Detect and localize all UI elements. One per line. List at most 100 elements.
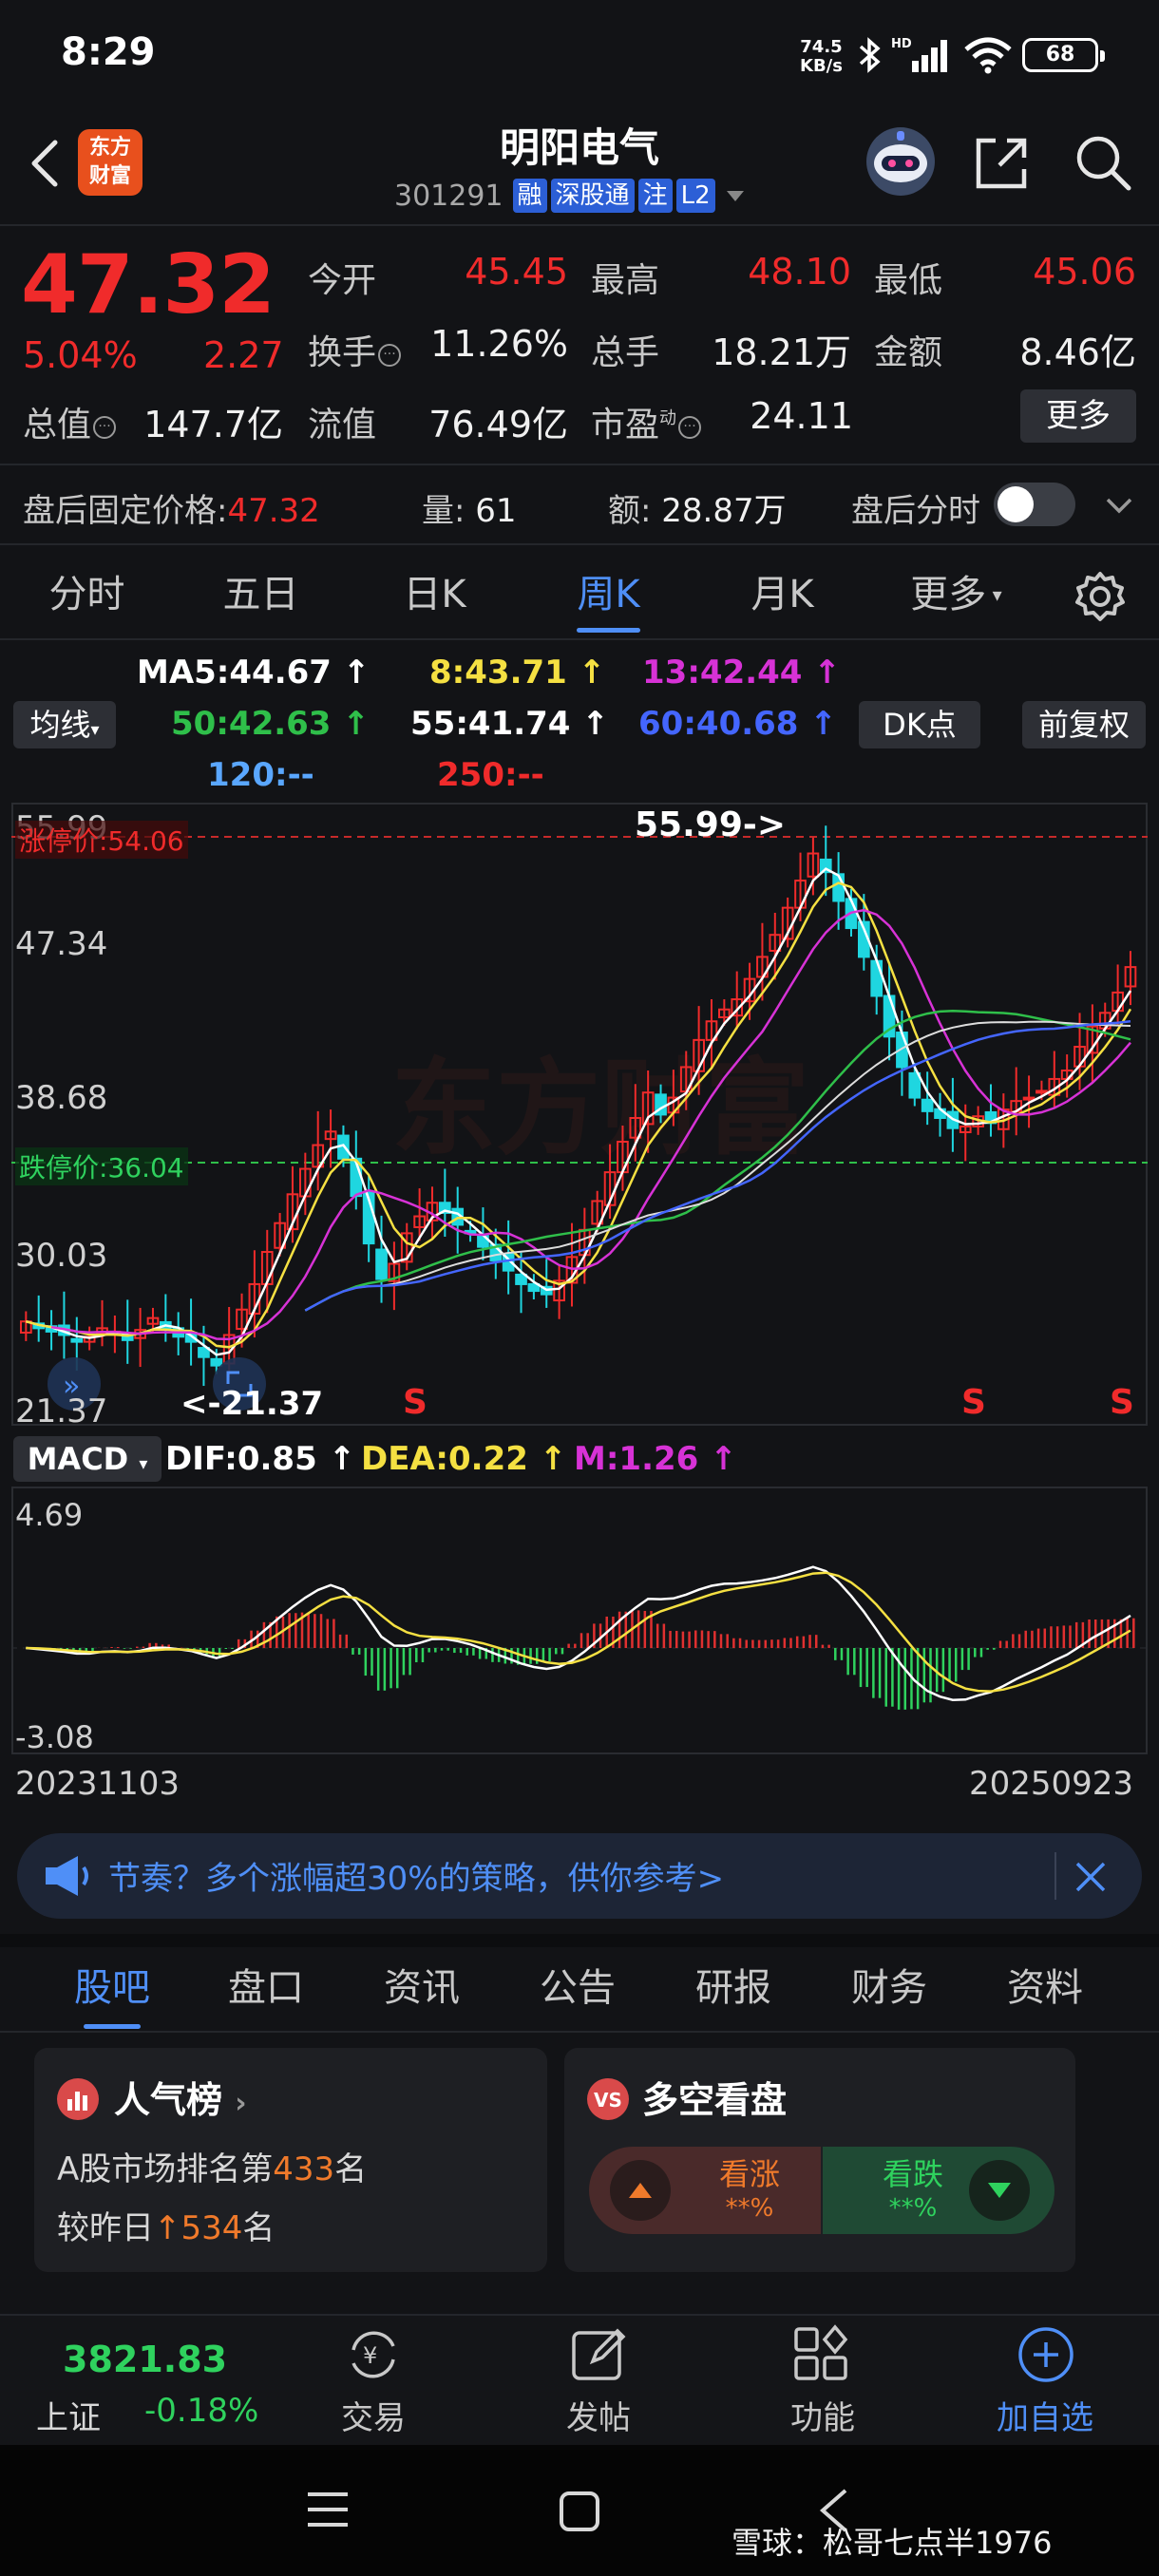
after-hours-amount: 额: 28.87万 <box>608 484 787 531</box>
open-label: 今开 <box>308 261 377 300</box>
battery-indicator: 68 <box>1022 38 1105 72</box>
tab-orderbook[interactable]: 盘口 <box>188 1947 344 2031</box>
tag-registered: 注 <box>637 179 673 213</box>
macd-select-button[interactable]: MACD ▾ <box>13 1436 162 1482</box>
apps-grid-icon[interactable] <box>790 2323 853 2386</box>
mktcap-value: 147.7亿 <box>143 404 283 445</box>
candle <box>1036 1089 1048 1094</box>
index-name[interactable]: 上证 <box>36 2392 101 2438</box>
ma8-label: 8:43.71 ↑ <box>429 653 606 691</box>
close-icon[interactable] <box>1074 1860 1108 1894</box>
tab-announcements[interactable]: 公告 <box>500 1947 656 2031</box>
add-watchlist-label[interactable]: 加自选 <box>969 2392 1121 2438</box>
signal-icon: HD <box>891 37 947 72</box>
banner-text[interactable]: 节奏？多个涨幅超30%的策略，供你参考> <box>108 1852 724 1899</box>
after-vol-value: 61 <box>475 492 517 530</box>
prev-prefix: 较昨日 <box>57 2209 154 2247</box>
ma60-text: 60:40.68 <box>638 705 799 743</box>
after-hours-volume: 量: 61 <box>422 484 517 531</box>
status-bar: 8:29 74.5 KB/s HD 68 <box>0 0 1159 112</box>
ma55-text: 55:41.74 <box>410 705 571 743</box>
tab-monthly[interactable]: 月K <box>695 553 869 638</box>
rank-value: 433 <box>273 2150 335 2188</box>
m-label: M:1.26 ↑ <box>574 1440 737 1478</box>
end-date: 20250923 <box>969 1765 1134 1803</box>
candlestick-chart[interactable]: 东方财富 » <box>11 803 1148 1426</box>
index-change: -0.18% <box>144 2392 259 2430</box>
more-button[interactable]: 更多 <box>1020 389 1136 443</box>
period-tabs: 分时 五日 日K 周K 月K 更多 ▾ <box>0 553 1159 640</box>
tab-daily[interactable]: 日K <box>348 553 522 638</box>
prev-rank-line: 较昨日↑534名 <box>57 2209 276 2247</box>
tab-more[interactable]: 更多 ▾ <box>869 553 1043 638</box>
y-tick-3: 38.68 <box>15 1079 108 1117</box>
change-percent: 5.04% <box>23 334 138 376</box>
clock: 8:29 <box>61 30 156 74</box>
tab-profile[interactable]: 资料 <box>967 1947 1123 2031</box>
pe-label[interactable]: 市盈动 ··· <box>591 397 702 446</box>
function-label[interactable]: 功能 <box>747 2392 899 2438</box>
tab-five-day[interactable]: 五日 <box>174 553 348 638</box>
macd-tick-top: 4.69 <box>15 1497 84 1533</box>
amount-label: 金额 <box>874 333 943 372</box>
sell-mark: S <box>961 1383 986 1422</box>
info-tabs: 股吧 盘口 资讯 公告 研报 财务 资料 <box>0 1947 1159 2033</box>
ma55-label: 55:41.74 ↑ <box>410 705 609 743</box>
adjust-price-button[interactable]: 前复权 <box>1022 701 1146 748</box>
after-amt-label: 额: <box>608 492 652 530</box>
chart-watermark: 东方财富 <box>391 1048 809 1169</box>
dif-text: DIF:0.85 <box>165 1440 317 1478</box>
tab-intraday[interactable]: 分时 <box>0 553 174 638</box>
candle <box>832 873 845 902</box>
tab-weekly[interactable]: 周K <box>522 553 695 638</box>
edit-post-icon[interactable] <box>568 2323 631 2386</box>
popularity-title[interactable]: 人气榜 › <box>114 2071 247 2123</box>
after-hours-toggle[interactable] <box>994 483 1075 526</box>
candle <box>70 1337 84 1343</box>
indicator-select-button[interactable]: 均线▾ <box>13 701 116 748</box>
dk-point-button[interactable]: DK点 <box>859 701 980 748</box>
bullish-pct: **% <box>725 2194 774 2223</box>
gear-icon[interactable] <box>1072 568 1129 625</box>
trade-icon[interactable]: ¥ <box>342 2323 405 2386</box>
dea-line <box>26 1571 1131 1693</box>
watermark-text: 雪球：松哥七点半1976 <box>732 2525 1053 2561</box>
macd-tick-bottom: -3.08 <box>15 1719 94 1755</box>
after-amt-value: 28.87万 <box>661 492 787 530</box>
dif-line <box>26 1565 1131 1701</box>
index-value[interactable]: 3821.83 <box>63 2339 227 2380</box>
stock-code-line[interactable]: 301291 融 深股通 注 L2 <box>394 177 744 215</box>
rank-line: A股市场排名第433名 <box>57 2143 367 2189</box>
bluetooth-icon <box>859 37 881 73</box>
volume-label: 总手 <box>591 333 660 372</box>
add-watchlist-icon[interactable] <box>1015 2323 1077 2386</box>
candle <box>908 1071 922 1099</box>
ma120-label: 120:-- <box>207 756 314 794</box>
trade-label[interactable]: 交易 <box>297 2392 449 2438</box>
y-tick-2: 47.34 <box>15 925 108 963</box>
avg-btn-label: 均线 <box>29 707 91 743</box>
tab-forum[interactable]: 股吧 <box>36 1947 188 2031</box>
search-icon[interactable] <box>1072 131 1134 194</box>
chevron-down-icon[interactable] <box>1104 490 1134 521</box>
turnover-label[interactable]: 换手 ··· <box>308 325 402 374</box>
current-price: 47.32 <box>21 237 276 332</box>
mktcap-label[interactable]: 总值 ··· <box>23 397 117 446</box>
post-label[interactable]: 发帖 <box>522 2392 674 2438</box>
low-label: 最低 <box>874 261 943 300</box>
tab-news[interactable]: 资讯 <box>344 1947 500 2031</box>
macd-chart[interactable] <box>11 1487 1148 1754</box>
after-price-label: 盘后固定价格: <box>23 492 228 530</box>
tag-margin: 融 <box>512 179 547 213</box>
arrow-down-icon <box>969 2160 1030 2221</box>
menu-icon[interactable] <box>306 2491 350 2529</box>
home-icon[interactable] <box>559 2491 600 2532</box>
section-gap <box>0 1934 1159 1947</box>
tab-research[interactable]: 研报 <box>656 1947 811 2031</box>
robot-assistant-icon[interactable] <box>863 123 939 199</box>
pe-label-text: 市盈 <box>591 406 660 445</box>
share-icon[interactable] <box>971 131 1034 194</box>
ma60-label: 60:40.68 ↑ <box>638 705 837 743</box>
tab-financials[interactable]: 财务 <box>811 1947 967 2031</box>
divider <box>1054 1852 1056 1900</box>
